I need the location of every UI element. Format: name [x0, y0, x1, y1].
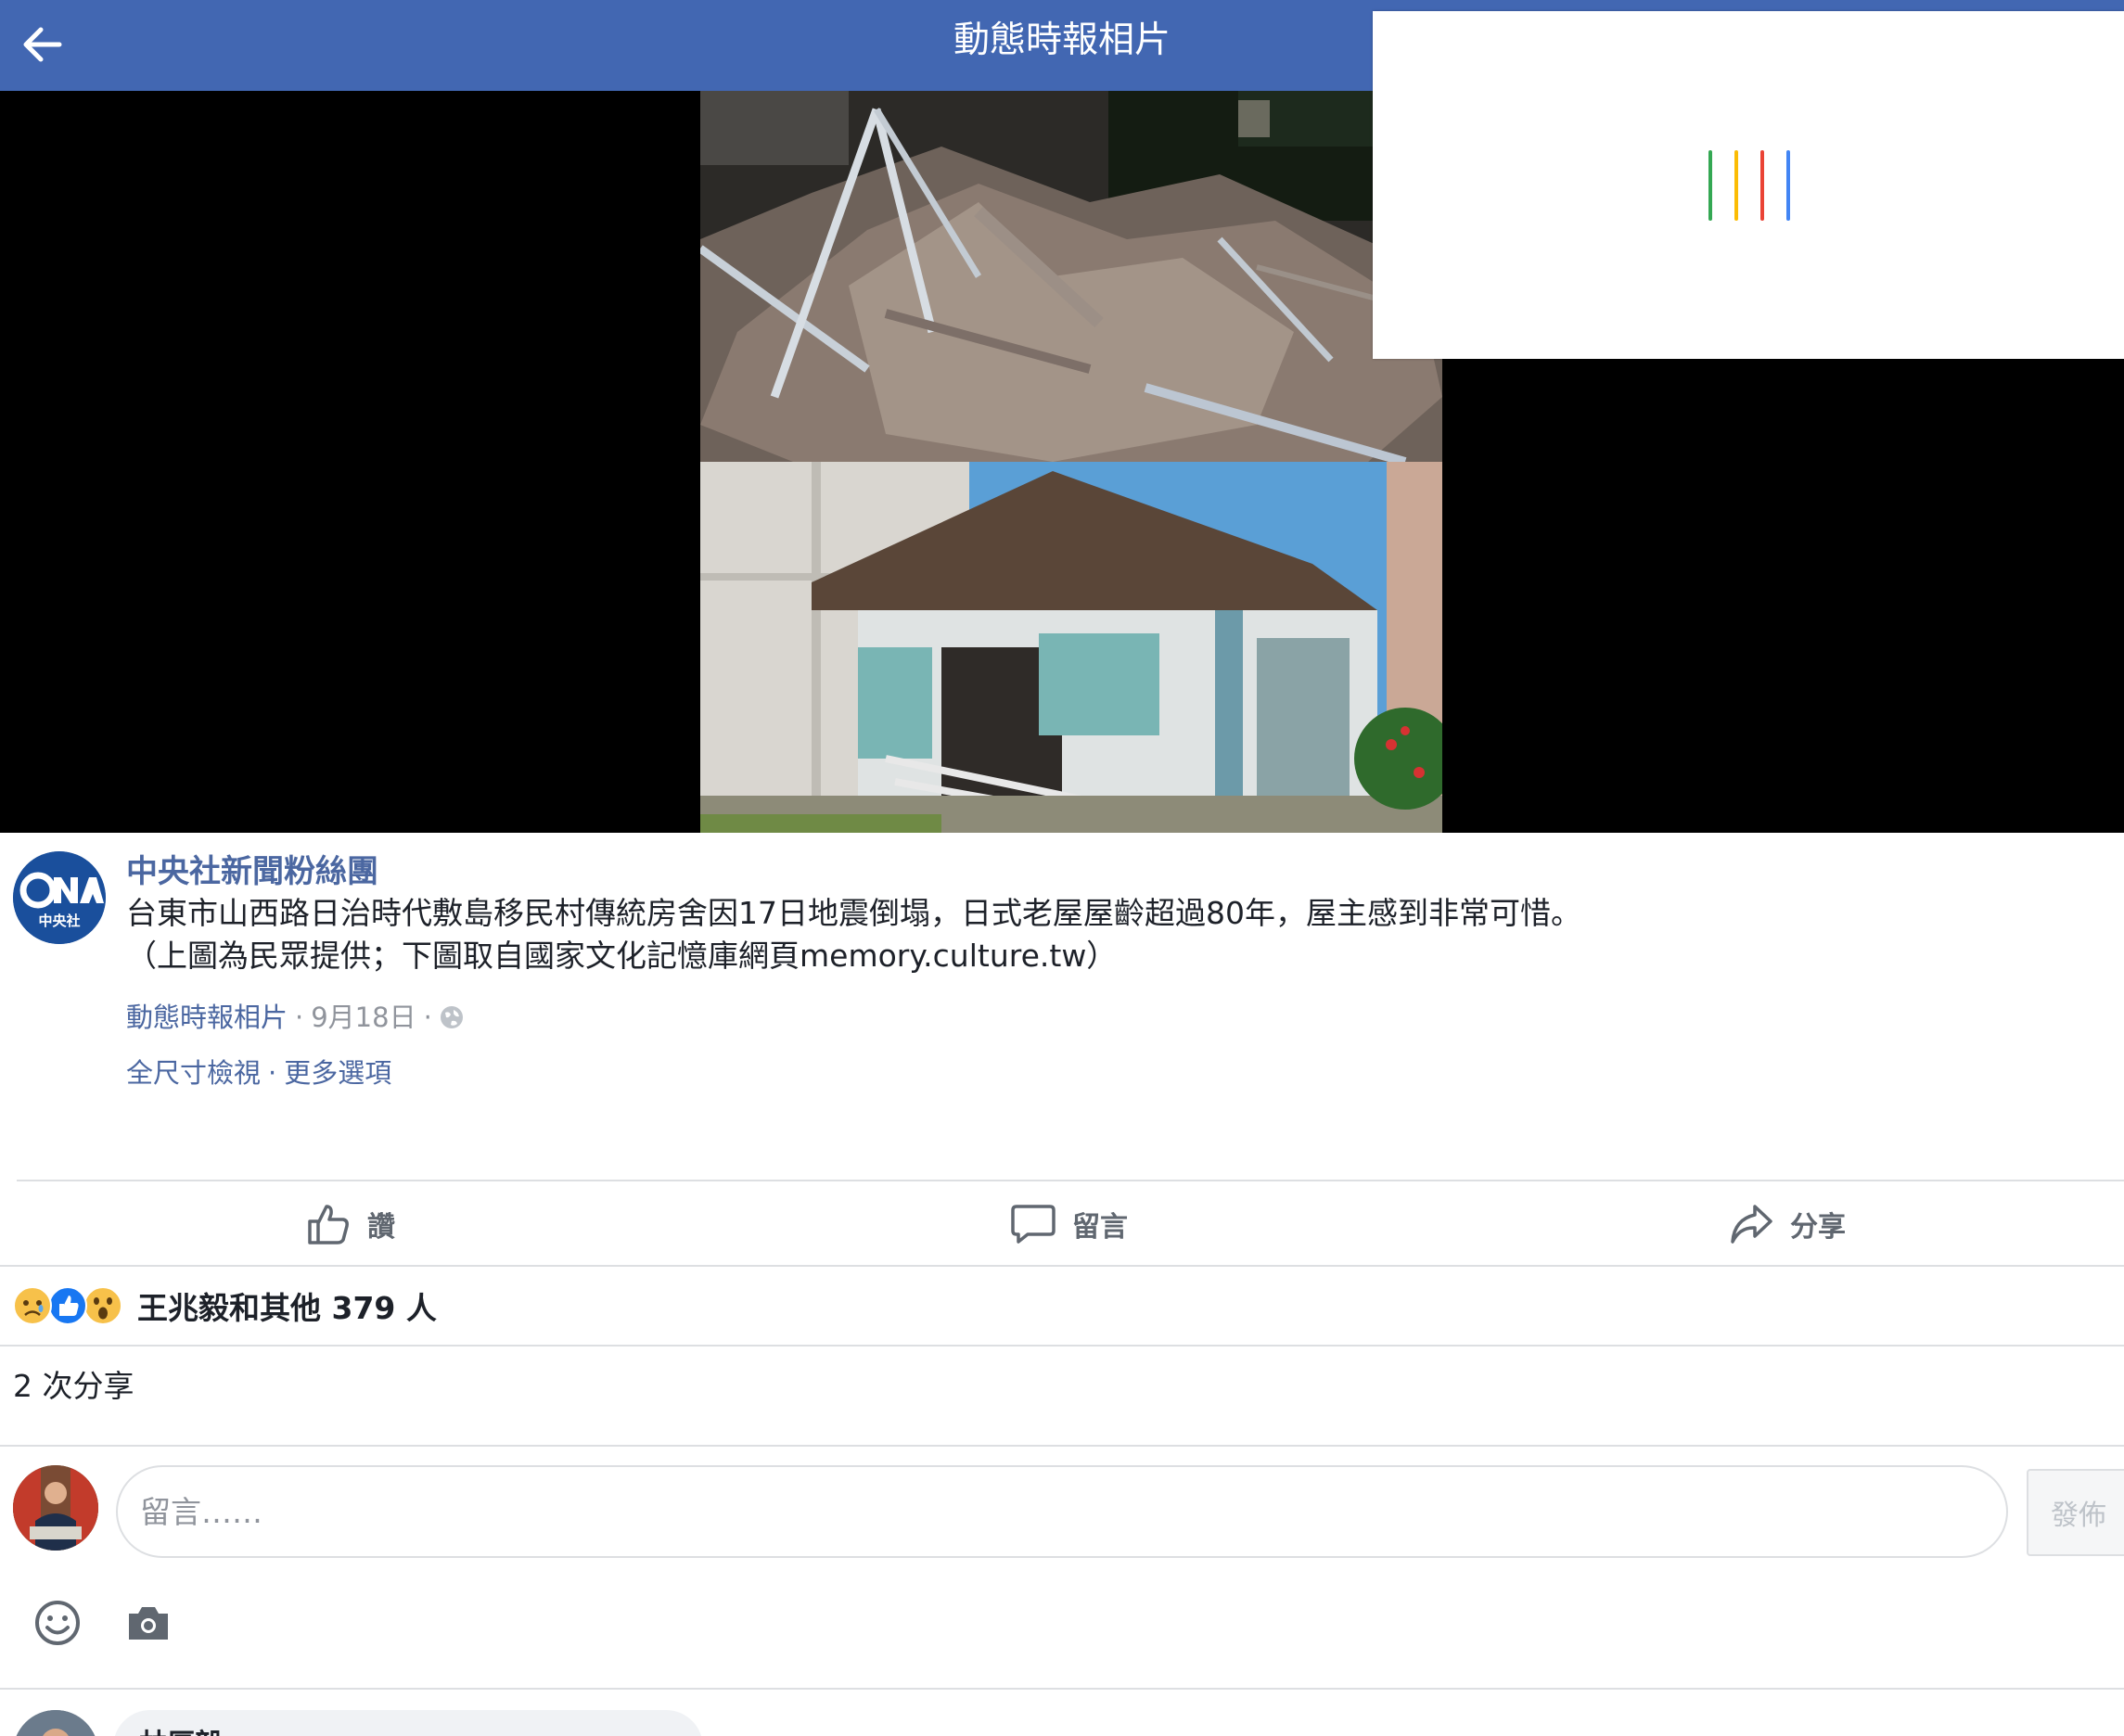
- caption-line: （上圖為民眾提供；下圖取自國家文化記憶庫網頁memory.culture.tw）: [126, 938, 1118, 974]
- like-label: 讚: [367, 1211, 395, 1244]
- more-options-link[interactable]: 更多選項: [284, 1053, 391, 1092]
- user-avatar[interactable]: [13, 1465, 98, 1551]
- comment-label: 留言: [1072, 1211, 1128, 1244]
- comment-button[interactable]: 留言: [1011, 1200, 1128, 1248]
- sad-reaction-icon: [13, 1286, 52, 1325]
- comment-input[interactable]: [116, 1465, 2008, 1558]
- avatar-text: 中央社: [38, 913, 80, 929]
- photo-options: 全尺寸檢視 · 更多選項: [126, 1053, 391, 1092]
- share-count[interactable]: 2 次分享: [13, 1365, 134, 1408]
- post-meta: 動態時報相片 · 9月18日 ·: [126, 998, 464, 1037]
- globe-icon: [440, 1006, 463, 1028]
- divider: [0, 1345, 2124, 1347]
- share-arrow-icon: [1731, 1205, 1772, 1244]
- wow-reaction-icon: [83, 1286, 122, 1325]
- divider: [0, 1688, 2124, 1690]
- page-avatar[interactable]: 中央社: [13, 851, 106, 944]
- post-photo[interactable]: [700, 91, 1442, 833]
- album-link[interactable]: 動態時報相片: [126, 998, 288, 1037]
- post-caption: 台東市山西路日治時代敷島移民村傳統房舍因17日地震倒塌，日式老屋屋齡超過80年，…: [126, 892, 1888, 977]
- commenter-avatar[interactable]: [13, 1710, 98, 1736]
- separator: ·: [295, 1002, 304, 1033]
- divider: [0, 1265, 2124, 1267]
- separator: ·: [268, 1057, 277, 1089]
- share-label: 分享: [1790, 1211, 1846, 1244]
- caption-line: 台東市山西路日治時代敷島移民村傳統房舍因17日地震倒塌，日式老屋屋齡超過80年，…: [126, 895, 1581, 931]
- like-reaction-icon: [48, 1286, 87, 1325]
- emoji-button[interactable]: [32, 1597, 83, 1649]
- divider: [0, 1445, 2124, 1447]
- page-name-link[interactable]: 中央社新聞粉絲團: [126, 849, 378, 895]
- assistant-overlay: [1373, 11, 2124, 359]
- loading-bar: [1734, 150, 1738, 221]
- camera-icon: [129, 1607, 168, 1640]
- loading-bar: [1708, 150, 1712, 221]
- separator: ·: [423, 1002, 432, 1033]
- commenter-name[interactable]: 林厚毅: [139, 1721, 223, 1736]
- post-date[interactable]: 9月18日: [311, 998, 416, 1037]
- reaction-count[interactable]: 王兆毅和其他 379 人: [137, 1283, 437, 1328]
- photo-button[interactable]: [122, 1597, 174, 1649]
- divider: [17, 1180, 2124, 1181]
- loading-bar: [1760, 150, 1764, 221]
- thumbs-up-icon: [308, 1205, 349, 1245]
- share-button[interactable]: 分享: [1729, 1200, 1846, 1248]
- comment-bubble-icon: [1011, 1205, 1056, 1244]
- like-button[interactable]: 讚: [306, 1200, 395, 1248]
- smiley-icon: [35, 1601, 80, 1645]
- loading-bar: [1786, 150, 1790, 221]
- view-full-size-link[interactable]: 全尺寸檢視: [126, 1053, 261, 1092]
- reaction-summary[interactable]: 王兆毅和其他 379 人: [13, 1283, 437, 1329]
- post-comment-button[interactable]: 發佈: [2027, 1469, 2124, 1556]
